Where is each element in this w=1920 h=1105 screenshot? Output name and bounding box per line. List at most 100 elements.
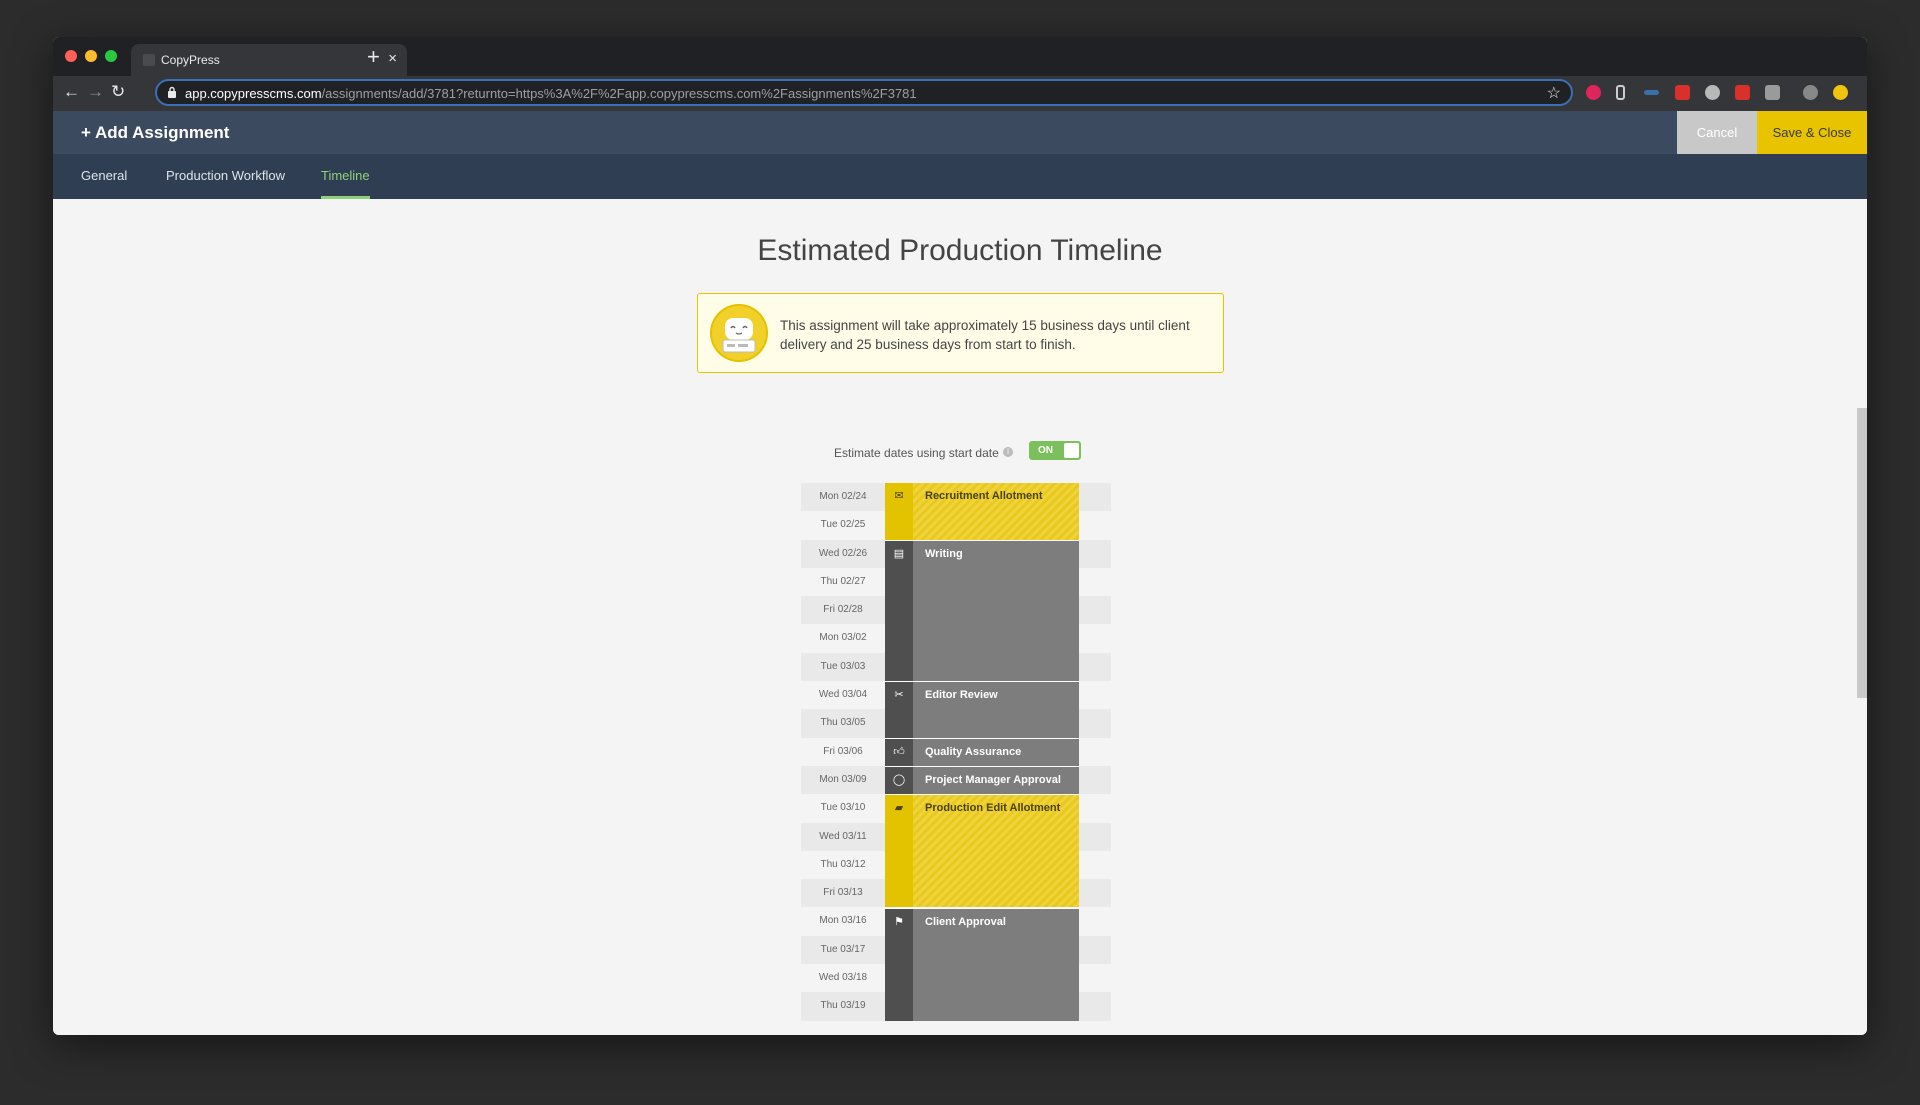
timeline-phase: ✉ Recruitment Allotment <box>885 483 1079 540</box>
timeline-date: Thu 03/05 <box>820 717 866 729</box>
timeline-date: Fri 03/13 <box>823 887 863 899</box>
page-title: + Add Assignment <box>81 123 230 142</box>
timeline-date: Tue 03/17 <box>820 943 866 955</box>
scissors-icon: ✂ <box>894 689 904 702</box>
envelope-icon: ✉ <box>894 490 904 502</box>
timeline-date: Wed 02/26 <box>818 547 868 559</box>
phase-body: Editor Review <box>913 682 1079 738</box>
favicon-icon <box>143 54 155 66</box>
timeline-date: Mon 03/16 <box>819 915 867 927</box>
url-text: app.copypresscms.com/assignments/add/378… <box>185 86 917 101</box>
newspaper-icon: ▤ <box>893 547 905 560</box>
back-icon[interactable]: ← <box>63 82 80 102</box>
device-extension-icon[interactable] <box>1616 85 1625 100</box>
new-tab-icon[interactable]: + <box>367 44 380 70</box>
window-controls <box>65 50 117 62</box>
timeline-date: Tue 03/03 <box>820 660 866 672</box>
tab-production-workflow[interactable]: Production Workflow <box>166 168 285 183</box>
timeline-date: Mon 02/24 <box>819 491 867 502</box>
timeline-phase: ▤ Writing <box>885 539 1079 682</box>
phase-icon-bar: ◯ <box>885 767 913 795</box>
estimate-dates-toggle[interactable]: ON <box>1029 441 1081 460</box>
phase-label: Client Approval <box>925 915 1006 928</box>
tab-general[interactable]: General <box>81 168 127 183</box>
browser-tab-title: CopyPress <box>161 53 220 67</box>
timeline-date: Thu 03/19 <box>820 1000 866 1012</box>
timeline-phase: 👍︎ Quality Assurance <box>885 737 1079 766</box>
bookmark-star-icon[interactable]: ☆ <box>1547 83 1561 103</box>
url-host: app.copypresscms.com <box>185 86 322 101</box>
profile-avatar[interactable] <box>1803 85 1818 100</box>
calendar-extension-icon[interactable] <box>1675 85 1690 100</box>
save-close-button[interactable]: Save & Close <box>1757 111 1867 154</box>
timeline-date: Tue 03/10 <box>820 802 866 814</box>
toggle-knob <box>1064 443 1079 458</box>
timeline-date: Mon 03/09 <box>819 773 867 785</box>
timeline-heading: Estimated Production Timeline <box>757 234 1163 267</box>
phase-label: Project Manager Approval <box>925 774 1061 786</box>
phase-label: Editor Review <box>925 689 998 702</box>
phase-body: Recruitment Allotment <box>913 483 1079 540</box>
c-extension-icon[interactable] <box>1735 85 1750 100</box>
scrollbar[interactable] <box>1857 408 1867 698</box>
phase-icon-bar: ▤ <box>885 540 913 682</box>
timeline-content: Estimate dates using start date i ON Mon… <box>53 408 1867 1035</box>
maximize-window-button[interactable] <box>105 50 117 62</box>
production-timeline: Mon 02/24 Tue 02/25 Wed 02/26 Thu 02/27 Fri … <box>801 483 1111 1021</box>
close-tab-icon[interactable]: × <box>388 50 397 67</box>
estimate-text: This assignment will take approximately … <box>780 318 1190 352</box>
minimize-window-button[interactable] <box>85 50 97 62</box>
phase-icon-bar: ✉ <box>885 483 913 540</box>
section-tabs: General Production Workflow Timeline <box>53 154 1867 199</box>
address-bar[interactable]: app.copypresscms.com/assignments/add/378… <box>155 79 1573 106</box>
reload-icon[interactable]: ↻ <box>111 82 125 102</box>
phase-body: Quality Assurance <box>913 738 1079 766</box>
timeline-date: Mon 03/02 <box>819 632 867 644</box>
timeline-date: Thu 03/12 <box>820 858 866 870</box>
speech-bubble-icon: ◯ <box>892 774 906 786</box>
phase-label: Writing <box>925 547 963 560</box>
info-icon[interactable]: i <box>1003 447 1013 457</box>
phase-icon-bar: ▰ <box>885 795 913 908</box>
pinterest-extension-icon[interactable] <box>1586 85 1601 100</box>
lock-icon <box>168 86 176 98</box>
browser-toolbar: ← → ↻ app.copypresscms.com/assignments/a… <box>53 76 1867 111</box>
estimate-toggle-label: Estimate dates using start date <box>834 446 999 460</box>
drive-extension-icon[interactable] <box>1705 85 1720 100</box>
yellow-extension-icon[interactable] <box>1833 85 1848 100</box>
browser-tabbar: CopyPress × + <box>53 37 1867 76</box>
timeline-phase: ⚑ Client Approval <box>885 907 1079 1021</box>
phase-icon-bar: ✂ <box>885 682 913 738</box>
phase-body: Client Approval <box>913 908 1079 1021</box>
flag-icon: ⚑ <box>894 915 904 928</box>
timeline-date: Fri 03/06 <box>823 745 863 757</box>
phase-label: Production Edit Allotment <box>925 802 1061 815</box>
thumbs-up-icon: 👍︎ <box>893 745 905 758</box>
toggle-state: ON <box>1038 445 1053 456</box>
phase-body: Writing <box>913 540 1079 682</box>
cancel-button[interactable]: Cancel <box>1677 111 1757 154</box>
timeline-date: Wed 03/04 <box>818 689 868 701</box>
forward-icon[interactable]: → <box>87 82 104 102</box>
timeline-phase: ✂ Editor Review <box>885 681 1079 738</box>
eraser-icon: ▰ <box>894 802 904 815</box>
link-extension-icon[interactable] <box>1644 90 1659 95</box>
robot-mascot-icon <box>710 304 768 362</box>
phase-label: Recruitment Allotment <box>925 490 1043 502</box>
timeline-date: Tue 02/25 <box>820 519 866 531</box>
url-path: /assignments/add/3781?returnto=https%3A%… <box>321 86 917 101</box>
browser-tab[interactable]: CopyPress × <box>131 44 407 76</box>
phase-body: Project Manager Approval <box>913 767 1079 795</box>
timeline-summary: Estimated Production Timeline This assig… <box>53 199 1867 408</box>
phase-icon-bar: ⚑ <box>885 908 913 1021</box>
close-window-button[interactable] <box>65 50 77 62</box>
timeline-phase: ◯ Project Manager Approval <box>885 766 1079 795</box>
app-header: + Add Assignment Cancel Save & Close <box>53 111 1867 154</box>
estimate-notice: This assignment will take approximately … <box>697 293 1224 373</box>
timeline-date: Thu 02/27 <box>820 575 866 587</box>
timeline-date: Wed 03/18 <box>818 972 868 984</box>
timeline-phase: ▰ Production Edit Allotment <box>885 794 1079 908</box>
tab-timeline[interactable]: Timeline <box>321 168 370 199</box>
k-extension-icon[interactable] <box>1765 85 1780 100</box>
phase-body: Production Edit Allotment <box>913 795 1079 908</box>
